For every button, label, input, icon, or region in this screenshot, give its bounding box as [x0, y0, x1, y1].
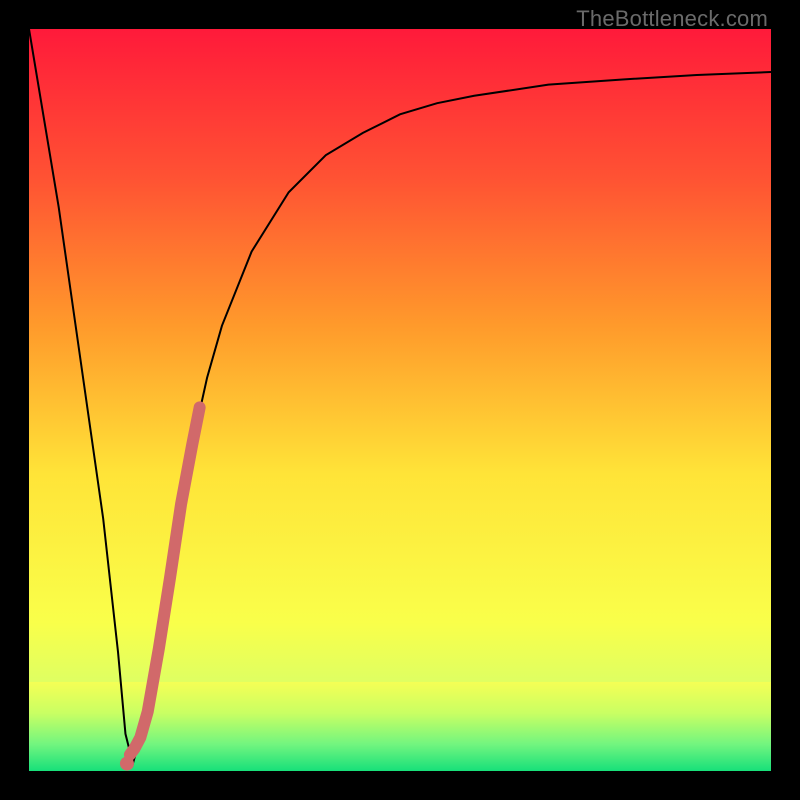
watermark: TheBottleneck.com: [576, 6, 768, 32]
chart-svg: [29, 29, 771, 771]
highlight-dot: [120, 757, 134, 771]
plot-area: [29, 29, 771, 771]
heatmap-background: [29, 29, 771, 771]
